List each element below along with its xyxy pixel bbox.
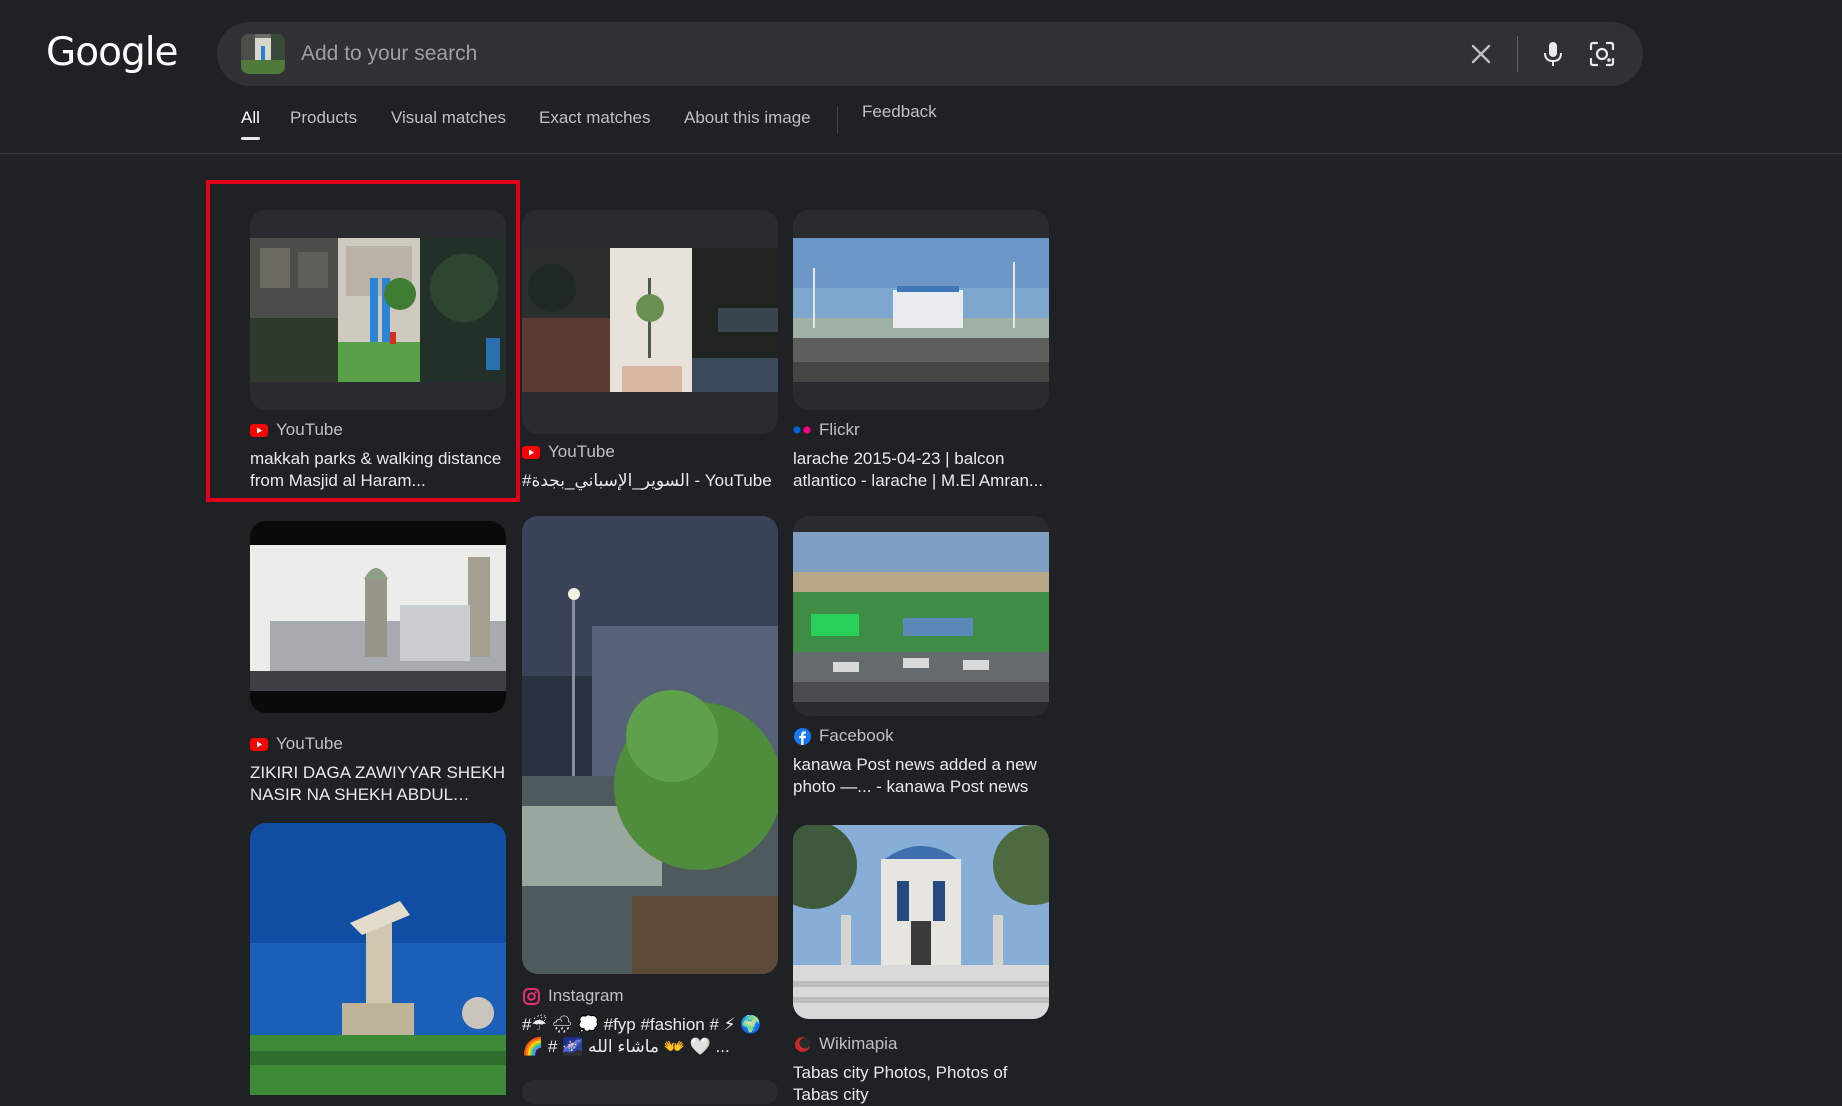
youtube-icon <box>522 443 540 461</box>
result-source: Instagram <box>522 984 624 1008</box>
tab-products[interactable]: Products <box>290 108 357 128</box>
google-logo[interactable]: Google <box>46 30 179 75</box>
search-bar[interactable] <box>217 22 1643 86</box>
result-source: Facebook <box>793 724 894 748</box>
result-thumbnail[interactable] <box>793 825 1049 1019</box>
result-title[interactable]: kanawa Post news added a new photo —... … <box>793 754 1049 798</box>
result-source-label: Wikimapia <box>819 1034 898 1053</box>
flickr-icon <box>793 421 811 439</box>
result-thumbnail[interactable] <box>793 532 1049 702</box>
wikimapia-icon <box>793 1035 811 1053</box>
result-thumbnail[interactable] <box>250 521 506 713</box>
result-title[interactable]: ZIKIRI DAGA ZAWIYYAR SHEKH NASIR NA SHEK… <box>250 762 506 806</box>
result-thumbnail[interactable] <box>250 823 506 1095</box>
result-title[interactable]: Tabas city Photos, Photos of Tabas city <box>793 1062 1049 1106</box>
result-thumbnail[interactable] <box>250 238 506 382</box>
microphone-icon[interactable] <box>1533 34 1573 74</box>
tab-exact-matches[interactable]: Exact matches <box>539 108 651 128</box>
tab-all[interactable]: All <box>241 108 260 140</box>
result-source: YouTube <box>522 440 615 464</box>
feedback-link[interactable]: Feedback <box>862 102 937 122</box>
result-source-label: YouTube <box>276 420 343 439</box>
tab-about-this-image[interactable]: About this image <box>684 108 811 128</box>
result-title[interactable]: larache 2015-04-23 | balcon atlantico - … <box>793 448 1049 492</box>
lens-camera-icon[interactable] <box>1582 34 1622 74</box>
result-source: YouTube <box>250 732 343 756</box>
result-thumbnail[interactable] <box>793 238 1049 382</box>
next-result-frame <box>522 1080 778 1104</box>
result-source-label: Facebook <box>819 726 894 745</box>
header-divider <box>0 153 1842 154</box>
result-source: Flickr <box>793 418 860 442</box>
search-input[interactable] <box>301 22 1401 86</box>
result-title[interactable]: #السوير_الإسباني_بجدة - YouTube <box>522 470 778 492</box>
clear-icon[interactable] <box>1461 34 1501 74</box>
query-image-thumbnail[interactable] <box>241 34 285 74</box>
instagram-icon <box>522 987 540 1005</box>
tab-visual-matches[interactable]: Visual matches <box>391 108 506 128</box>
youtube-icon <box>250 735 268 753</box>
result-thumbnail[interactable] <box>522 248 778 392</box>
result-source: Wikimapia <box>793 1032 897 1056</box>
result-source-label: Flickr <box>819 420 860 439</box>
facebook-icon <box>793 727 811 745</box>
tabs-divider <box>837 106 838 134</box>
result-source-label: Instagram <box>548 986 624 1005</box>
search-divider <box>1517 36 1518 72</box>
result-thumbnail[interactable] <box>522 516 778 974</box>
result-source: YouTube <box>250 418 343 442</box>
result-title[interactable]: makkah parks & walking distance from Mas… <box>250 448 506 492</box>
youtube-icon <box>250 421 268 439</box>
result-source-label: YouTube <box>548 442 615 461</box>
result-title[interactable]: #☔ 🌧 💭 #fyp #fashion # ⚡ 🌍 🌈 # 🌌 ماشاء ا… <box>522 1014 778 1058</box>
result-source-label: YouTube <box>276 734 343 753</box>
